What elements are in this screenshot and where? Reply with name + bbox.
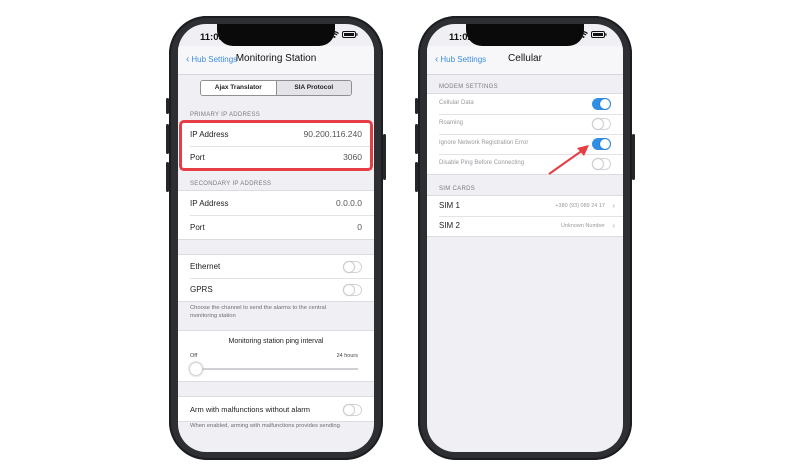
battery-icon [342, 31, 358, 38]
power-button [632, 134, 635, 180]
volume-up-button [166, 124, 169, 154]
protocol-segmented-control[interactable]: Ajax Translator SIA Protocol [200, 80, 352, 96]
gprs-row: GPRS [178, 278, 374, 301]
mute-switch [166, 98, 169, 114]
roaming-row: Roaming [427, 114, 623, 134]
chevron-right-icon: › [612, 221, 615, 230]
arm-malfunctions-toggle[interactable] [343, 404, 362, 416]
ping-min-label: Off [190, 353, 198, 359]
row-value: Unknown Number [560, 223, 605, 229]
sim-cards-header: SIM CARDS [439, 186, 476, 192]
left-screen: 11:03 ‹ Hub Settings Monitoring Station … [178, 24, 374, 452]
volume-down-button [166, 162, 169, 192]
arm-footer: When enabled, arming with malfunctions p… [190, 423, 340, 429]
ethernet-row: Ethernet [178, 255, 374, 278]
volume-up-button [415, 124, 418, 154]
arm-group: Arm with malfunctions without alarm [178, 396, 374, 422]
row-label: Roaming [439, 120, 464, 126]
row-value: 0.0.0.0 [336, 198, 362, 208]
secondary-port-row[interactable]: Port 0 [178, 215, 374, 239]
row-value: 0 [357, 222, 362, 232]
right-phone: 11:02 ➚ ‹ Hub Settings Cellular MODEM SE… [415, 16, 635, 460]
channel-group: Ethernet GPRS [178, 254, 374, 302]
arm-malfunctions-row: Arm with malfunctions without alarm [178, 397, 374, 421]
cellular-data-toggle[interactable] [592, 98, 611, 110]
ping-slider-track[interactable] [190, 368, 358, 370]
row-label: SIM 1 [439, 201, 460, 210]
segment-sia-protocol[interactable]: SIA Protocol [275, 81, 351, 95]
arrow-annotation-icon [548, 145, 589, 175]
volume-down-button [415, 162, 418, 192]
navigation-bar: ‹ Hub Settings Cellular [427, 46, 623, 75]
notch [217, 24, 335, 46]
right-screen: 11:02 ➚ ‹ Hub Settings Cellular MODEM SE… [427, 24, 623, 452]
segment-ajax-translator[interactable]: Ajax Translator [201, 81, 276, 95]
modem-settings-header: MODEM SETTINGS [439, 84, 498, 90]
row-label: Ethernet [190, 262, 221, 271]
secondary-ip-row[interactable]: IP Address 0.0.0.0 [178, 191, 374, 215]
sim-1-row[interactable]: SIM 1 +380 (93) 089 24 17 › [427, 196, 623, 216]
battery-icon [591, 31, 607, 38]
mute-switch [415, 98, 418, 114]
ethernet-toggle[interactable] [343, 261, 362, 273]
row-label: IP Address [190, 199, 229, 208]
gprs-toggle[interactable] [343, 284, 362, 296]
power-button [383, 134, 386, 180]
chevron-right-icon: › [612, 201, 615, 210]
roaming-toggle[interactable] [592, 118, 611, 130]
row-label: Disable Ping Before Connecting [439, 160, 525, 166]
secondary-ip-header: SECONDARY IP ADDRESS [190, 181, 272, 187]
ping-max-label: 24 hours [336, 353, 358, 359]
left-phone: 11:03 ‹ Hub Settings Monitoring Station … [166, 16, 386, 460]
row-label: GPRS [190, 285, 213, 294]
row-label: Cellular Data [439, 100, 474, 106]
primary-ip-header: PRIMARY IP ADDRESS [190, 112, 261, 118]
ping-interval-title: Monitoring station ping interval [228, 338, 324, 345]
row-label: SIM 2 [439, 221, 460, 230]
navigation-bar: ‹ Hub Settings Monitoring Station [178, 46, 374, 75]
highlight-box [179, 120, 373, 171]
page-title: Monitoring Station [235, 53, 317, 64]
ping-interval-group: Monitoring station ping interval Off 24 … [178, 330, 374, 382]
sim-2-row[interactable]: SIM 2 Unknown Number › [427, 216, 623, 236]
row-label: Port [190, 223, 205, 232]
notch [466, 24, 584, 46]
page-title: Cellular [508, 53, 542, 64]
row-label: Arm with malfunctions without alarm [190, 405, 311, 414]
secondary-ip-group: IP Address 0.0.0.0 Port 0 [178, 190, 374, 240]
row-value: +380 (93) 089 24 17 [555, 203, 605, 209]
cellular-data-row: Cellular Data [427, 94, 623, 114]
row-label: Ignore Network Registration Error [439, 140, 529, 146]
ping-slider-thumb[interactable] [190, 363, 202, 375]
channel-footer: Choose the channel to send the alarms to… [190, 305, 326, 319]
sim-cards-group: SIM 1 +380 (93) 089 24 17 › SIM 2 Unknow… [427, 195, 623, 237]
